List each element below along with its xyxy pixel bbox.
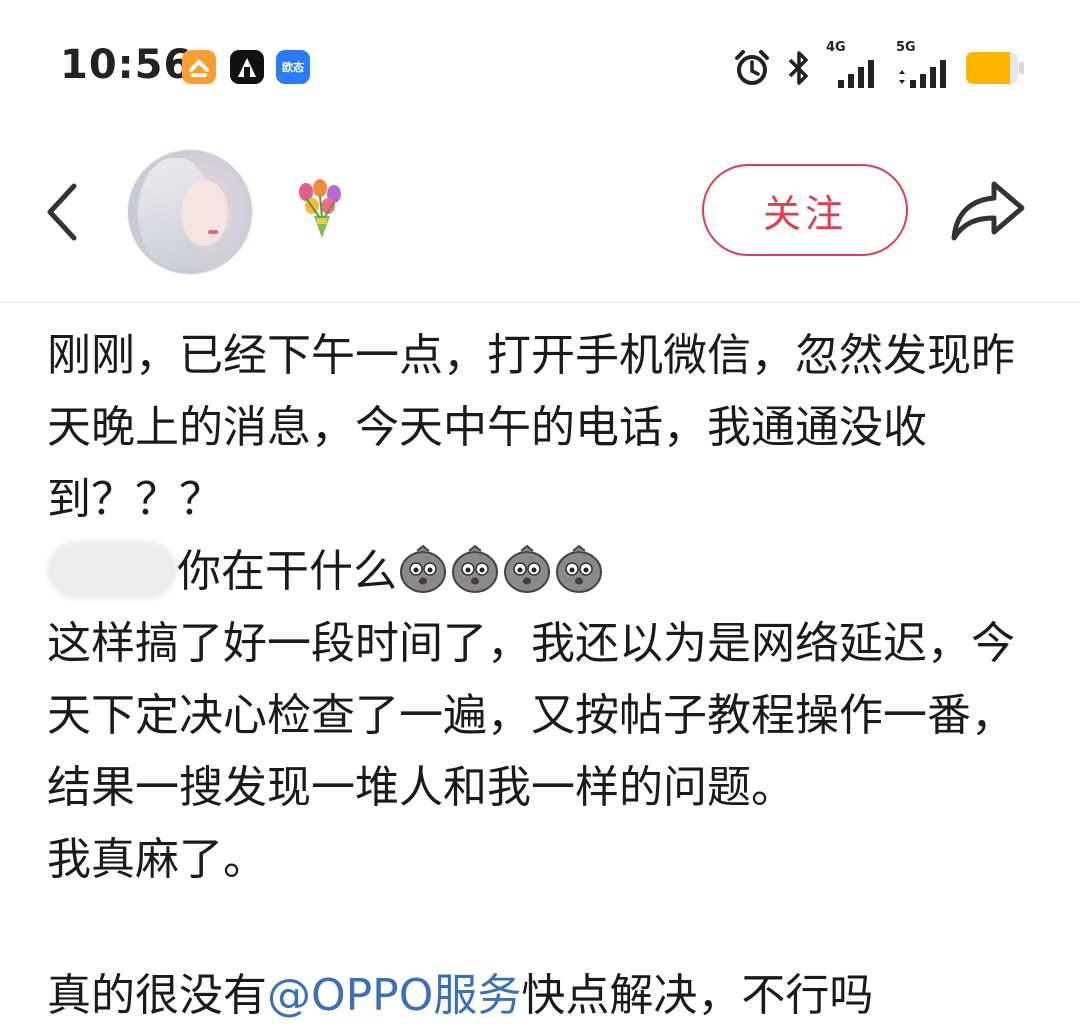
mole-emoji-icon <box>553 542 605 594</box>
status-time: 10:56 <box>60 42 193 88</box>
avatar[interactable] <box>128 150 252 274</box>
profile-header: 关注 <box>0 130 1080 303</box>
text-suffix: 快点解决，不行吗 <box>521 970 874 1021</box>
alarm-icon <box>735 50 769 85</box>
share-icon <box>951 181 1025 241</box>
oppo-icon: 欧态 <box>276 50 310 84</box>
mention-text: 你在干什么 <box>177 546 397 597</box>
signal-5g-icon: 5G <box>896 40 952 90</box>
emoji-group <box>397 544 605 597</box>
share-button[interactable] <box>948 174 1028 244</box>
signal-4g-icon: 4G <box>826 40 882 90</box>
mole-emoji-icon <box>501 542 553 594</box>
mention-link[interactable]: @OPPO服务 <box>267 970 521 1021</box>
bluetooth-icon <box>788 51 808 85</box>
back-button[interactable] <box>38 180 88 244</box>
status-bar: 10:56 欧态 4G 5G <box>0 0 1080 130</box>
chevron-left-icon <box>47 183 77 241</box>
app-icon <box>230 50 264 84</box>
post-paragraph: 这样搞了好一段时间了，我还以为是网络延迟，今天下定决心检查了一遍，又按帖子教程操… <box>47 618 1015 813</box>
text-prefix: 真的很没有 <box>47 970 267 1021</box>
flower-bouquet-icon <box>292 178 348 242</box>
post-paragraph: 刚刚，已经下午一点，打开手机微信，忽然发现昨天晚上的消息，今天中午的电话，我通通… <box>47 330 1015 525</box>
mole-emoji-icon <box>397 542 449 594</box>
post-paragraph: 我真麻了。 <box>47 834 267 885</box>
mole-emoji-icon <box>449 542 501 594</box>
follow-button[interactable]: 关注 <box>702 164 908 256</box>
taobao-icon <box>182 50 216 84</box>
blurred-mention[interactable] <box>47 541 177 599</box>
system-icons: 4G 5G <box>732 40 1024 92</box>
mention-line: 你在干什么 <box>47 536 1037 608</box>
post-content: 刚刚，已经下午一点，打开手机微信，忽然发现昨天晚上的消息，今天中午的电话，我通通… <box>47 320 1037 896</box>
battery-icon <box>966 52 1024 84</box>
post-paragraph-partial: 真的很没有@OPPO服务快点解决，不行吗 <box>47 960 1037 1032</box>
